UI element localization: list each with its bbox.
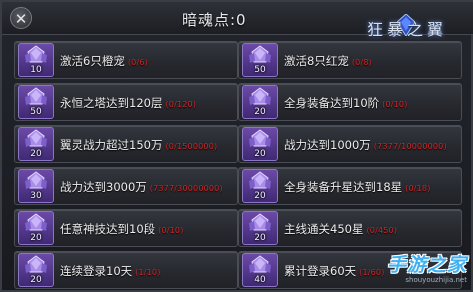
reward-amount: 20: [254, 191, 266, 201]
reward-amount: 50: [30, 107, 42, 117]
purple-crystal-icon: 20: [242, 127, 278, 161]
achievement-text: 激活6只橙宠: [60, 54, 125, 68]
reward-amount: 20: [30, 233, 42, 243]
reward-amount: 30: [30, 191, 42, 201]
purple-crystal-icon: 10: [18, 43, 54, 77]
achievement-text: 任意神技达到10段: [60, 222, 156, 236]
purple-crystal-icon: 20: [18, 253, 54, 287]
achievement-text: 激活8只红宠: [284, 54, 349, 68]
page-title: 暗魂点:0: [182, 11, 247, 29]
purple-crystal-icon: 20: [18, 211, 54, 245]
panel-header: ✕ 暗魂点:0 狂暴之翼: [2, 2, 473, 39]
achievement-label: 战力达到1000万 (7377/10000000): [284, 137, 447, 153]
achievement-text: 永恒之塔达到120层: [60, 96, 163, 110]
reward-amount: 40: [254, 275, 266, 285]
achievement-progress: (0/10): [158, 226, 184, 235]
achievement-text: 战力达到3000万: [60, 180, 147, 194]
achievement-text: 累计登录60天: [284, 264, 357, 278]
purple-crystal-icon: 40: [242, 253, 278, 287]
reward-amount: 20: [254, 233, 266, 243]
achievement-card[interactable]: 20 全身装备升星达到18星 (0/18): [238, 167, 462, 205]
achievement-progress: (0/10): [382, 100, 408, 109]
watermark-url: shouyouzhijia.net: [405, 276, 467, 284]
purple-crystal-icon: 50: [242, 43, 278, 77]
soul-points-panel: ✕ 暗魂点:0 狂暴之翼 10 激活6只橙宠 (0/6) 50 激活8只红宠 (0/8) 5…: [0, 0, 473, 292]
achievement-label: 任意神技达到10段 (0/10): [60, 221, 184, 237]
purple-crystal-icon: 50: [18, 85, 54, 119]
achievement-card[interactable]: 50 永恒之塔达到120层 (0/120): [14, 83, 238, 121]
achievement-label: 激活6只橙宠 (0/6): [60, 53, 148, 69]
close-icon: ✕: [14, 10, 28, 28]
achievement-progress: (0/8): [351, 58, 372, 67]
achievement-progress: (0/1500000): [165, 142, 218, 151]
reward-amount: 50: [254, 65, 266, 75]
reward-amount: 20: [254, 149, 266, 159]
achievement-text: 战力达到1000万: [284, 138, 371, 152]
achievement-label: 全身装备达到10阶 (0/10): [284, 95, 408, 111]
achievement-label: 翼灵战力超过150万 (0/1500000): [60, 137, 217, 153]
achievement-label: 全身装备升星达到18星 (0/18): [284, 179, 431, 195]
achievement-label: 战力达到3000万 (7377/30000000): [60, 179, 223, 195]
achievement-text: 翼灵战力超过150万: [60, 138, 163, 152]
achievement-card[interactable]: 50 激活8只红宠 (0/8): [238, 41, 462, 79]
purple-crystal-icon: 20: [18, 127, 54, 161]
achievement-card[interactable]: 20 全身装备达到10阶 (0/10): [238, 83, 462, 121]
purple-crystal-icon: 20: [242, 211, 278, 245]
achievement-label: 激活8只红宠 (0/8): [284, 53, 372, 69]
achievement-label: 连续登录10天 (1/10): [60, 263, 161, 279]
achievement-text: 连续登录10天: [60, 264, 133, 278]
achievement-card[interactable]: 20 战力达到1000万 (7377/10000000): [238, 125, 462, 163]
achievement-card[interactable]: 30 战力达到3000万 (7377/30000000): [14, 167, 238, 205]
achievement-progress: (0/450): [366, 226, 398, 235]
achievement-card[interactable]: 20 连续登录10天 (1/10): [14, 251, 238, 289]
purple-crystal-icon: 20: [242, 85, 278, 119]
achievement-label: 永恒之塔达到120层 (0/120): [60, 95, 196, 111]
achievement-progress: (7377/30000000): [149, 184, 223, 193]
site-watermark: 手游之家 shouyouzhijia.net: [367, 250, 467, 288]
achievement-text: 全身装备升星达到18星: [284, 180, 403, 194]
achievement-progress: (0/18): [405, 184, 431, 193]
game-logo: 狂暴之翼: [349, 4, 469, 44]
purple-crystal-icon: 20: [242, 169, 278, 203]
watermark-logo: 手游之家: [386, 254, 467, 276]
achievement-progress: (1/10): [135, 268, 161, 277]
game-logo-text: 狂暴之翼: [367, 20, 448, 39]
reward-amount: 20: [30, 275, 42, 285]
achievement-progress: (0/120): [165, 100, 197, 109]
achievement-progress: (0/6): [127, 58, 148, 67]
achievement-progress: (7377/10000000): [373, 142, 447, 151]
close-button[interactable]: ✕: [10, 7, 32, 29]
reward-amount: 20: [30, 149, 42, 159]
reward-amount: 20: [254, 107, 266, 117]
achievement-text: 主线通关450星: [284, 222, 364, 236]
purple-crystal-icon: 30: [18, 169, 54, 203]
achievement-label: 主线通关450星 (0/450): [284, 221, 397, 237]
reward-amount: 10: [30, 65, 42, 75]
achievement-card[interactable]: 10 激活6只橙宠 (0/6): [14, 41, 238, 79]
achievement-card[interactable]: 20 翼灵战力超过150万 (0/1500000): [14, 125, 238, 163]
achievement-card[interactable]: 20 任意神技达到10段 (0/10): [14, 209, 238, 247]
achievement-text: 全身装备达到10阶: [284, 96, 380, 110]
achievement-card[interactable]: 20 主线通关450星 (0/450): [238, 209, 462, 247]
